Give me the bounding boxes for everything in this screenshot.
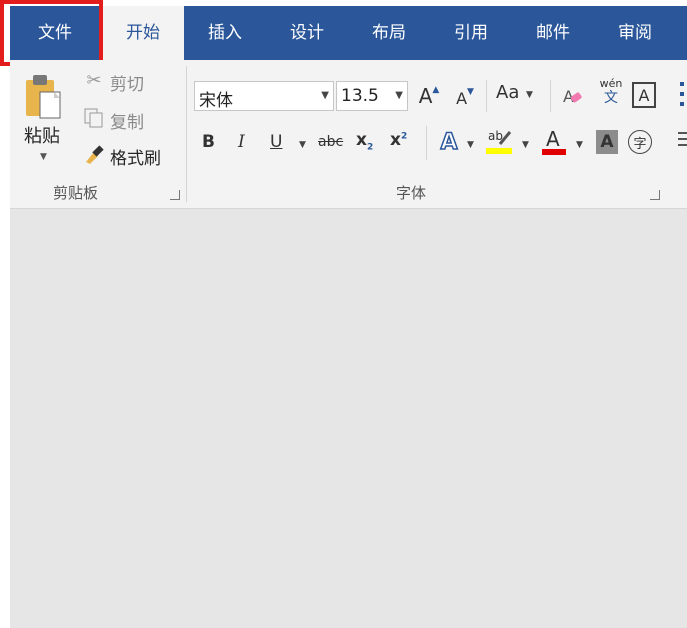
superscript-mark: 2	[400, 131, 408, 142]
clipboard-group-label: 剪贴板	[53, 184, 99, 202]
file-tab-highlight-box	[0, 0, 103, 66]
font-group-label: 字体	[396, 184, 427, 202]
chevron-down-icon[interactable]: ▼	[526, 90, 533, 100]
phonetic-guide-icon[interactable]: wén 文	[598, 77, 624, 107]
enclose-characters-label: 字	[633, 136, 647, 152]
subscript-button[interactable]: x2	[356, 130, 373, 152]
tab-home[interactable]: 开始	[102, 6, 184, 60]
group-divider	[550, 80, 551, 112]
superscript-label: x	[390, 130, 401, 150]
format-painter-icon[interactable]	[82, 142, 106, 166]
svg-text:A: A	[546, 127, 560, 151]
chevron-down-icon[interactable]: ▼	[576, 140, 583, 150]
tab-design[interactable]: 设计	[266, 6, 348, 60]
tab-review[interactable]: 审阅	[594, 6, 676, 60]
italic-button[interactable]: I	[238, 132, 245, 152]
copy-icon[interactable]	[82, 106, 106, 130]
chevron-down-icon[interactable]: ▼	[467, 140, 474, 150]
text-highlight-icon[interactable]: ab	[486, 126, 514, 158]
text-effects-icon[interactable]: A	[436, 128, 462, 156]
font-name-value: 宋体	[199, 91, 233, 111]
enclose-characters-icon[interactable]: 字	[628, 130, 652, 154]
more-options-icon[interactable]	[680, 82, 686, 110]
chevron-down-icon[interactable]: ▼	[299, 140, 306, 150]
document-area[interactable]	[10, 209, 687, 628]
font-name-combo[interactable]: 宋体 ▼	[194, 81, 334, 111]
tab-mailings[interactable]: 邮件	[512, 6, 594, 60]
superscript-button[interactable]: x2	[390, 130, 407, 150]
underline-button[interactable]: U	[270, 132, 282, 152]
paste-icon[interactable]	[22, 72, 68, 124]
group-divider	[186, 66, 187, 202]
tab-insert[interactable]: 插入	[184, 6, 266, 60]
cut-icon[interactable]: ✂	[82, 68, 106, 92]
subscript-label: x	[356, 130, 367, 150]
format-painter-label[interactable]: 格式刷	[110, 144, 161, 169]
paste-label[interactable]: 粘贴	[24, 122, 60, 148]
change-case-button[interactable]: Aa	[496, 82, 519, 103]
group-divider	[486, 80, 487, 112]
character-shading-icon[interactable]: A	[596, 130, 618, 154]
font-color-icon[interactable]: A	[540, 126, 568, 158]
tab-references[interactable]: 引用	[430, 6, 512, 60]
clear-formatting-icon[interactable]: A	[560, 82, 586, 110]
strikethrough-button[interactable]: abc	[318, 134, 343, 150]
chevron-down-icon[interactable]: ▼	[321, 90, 329, 101]
bold-button[interactable]: B	[202, 132, 215, 152]
group-divider	[426, 126, 427, 160]
font-size-combo[interactable]: 13.5 ▼	[336, 81, 408, 111]
phonetic-guide-top: wén	[599, 77, 623, 90]
phonetic-guide-bottom: 文	[604, 90, 618, 106]
paragraph-lines-icon[interactable]	[678, 132, 687, 146]
paste-dropdown-icon[interactable]: ▼	[40, 152, 47, 162]
grow-font-icon[interactable]: A ▲	[416, 82, 442, 110]
copy-label[interactable]: 复制	[110, 108, 144, 133]
cut-label[interactable]: 剪切	[110, 70, 144, 95]
tab-layout[interactable]: 布局	[348, 6, 430, 60]
shrink-font-icon[interactable]: A ▼	[452, 84, 478, 112]
font-size-value: 13.5	[341, 86, 379, 106]
ribbon-tab-bar: 文件 开始 插入 设计 布局 引用 邮件 审阅	[10, 6, 687, 60]
ribbon-home: 粘贴 ▼ ✂ 剪切 复制 格式刷 剪贴板 宋体 ▼ 13.5 ▼ A ▲ A ▼ A…	[10, 60, 687, 209]
clipboard-launcher-icon[interactable]	[170, 190, 180, 200]
chevron-down-icon[interactable]: ▼	[395, 90, 403, 101]
chevron-down-icon[interactable]: ▼	[522, 140, 529, 150]
character-border-icon[interactable]: A	[632, 82, 656, 108]
font-launcher-icon[interactable]	[650, 190, 660, 200]
subscript-mark: 2	[366, 142, 374, 153]
